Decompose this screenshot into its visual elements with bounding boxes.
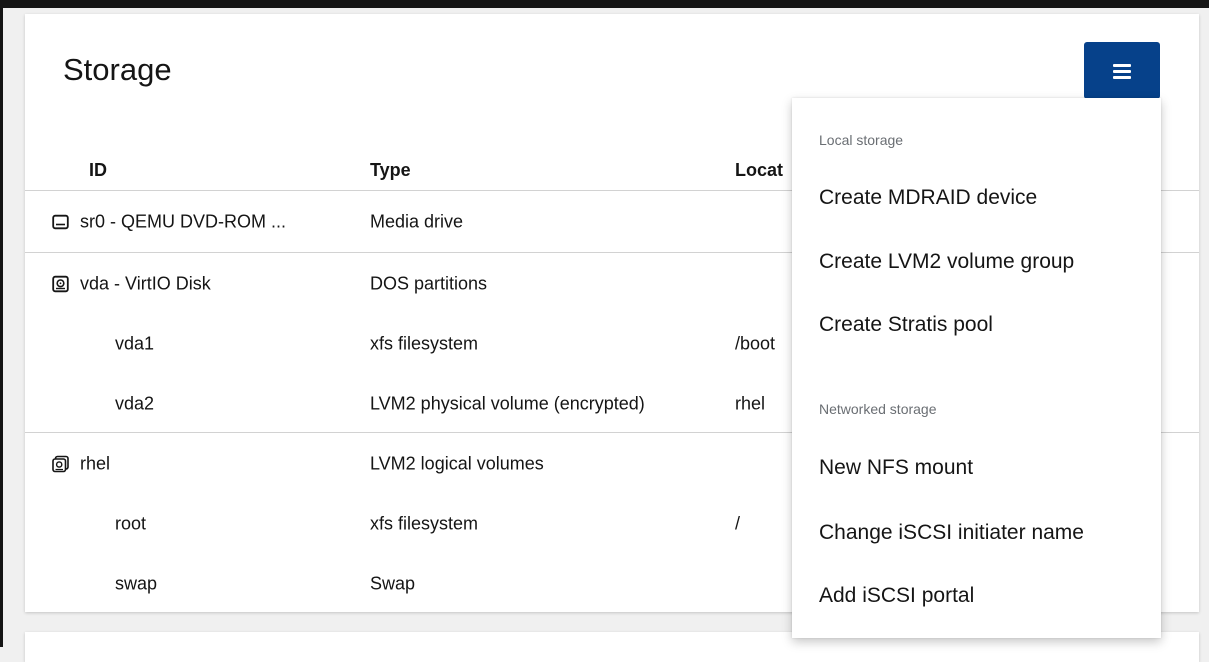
- row-location: /boot: [735, 333, 776, 354]
- row-location: rhel: [735, 393, 766, 414]
- window-frame-top: [0, 0, 1209, 8]
- row-id: vda1: [115, 333, 155, 354]
- hard-disk-icon: [52, 275, 69, 293]
- window-frame-left: [0, 0, 3, 647]
- menu-item-create-stratis-pool[interactable]: Create Stratis pool: [819, 313, 993, 337]
- row-type: Swap: [370, 573, 416, 594]
- row-type: DOS partitions: [370, 273, 488, 294]
- column-header-type[interactable]: Type: [370, 160, 411, 181]
- row-type: xfs filesystem: [370, 513, 479, 534]
- row-type: LVM2 physical volume (encrypted): [370, 393, 645, 414]
- menu-item-create-lvm2-vg[interactable]: Create LVM2 volume group: [819, 250, 1074, 274]
- row-id: rhel: [80, 453, 111, 474]
- row-location: /: [735, 513, 741, 534]
- menu-group-title-local: Local storage: [819, 132, 904, 148]
- row-id: vda2: [115, 393, 155, 414]
- column-header-id[interactable]: ID: [89, 160, 107, 181]
- row-type: LVM2 logical volumes: [370, 453, 544, 474]
- menu-group-title-networked: Networked storage: [819, 401, 937, 417]
- column-header-location[interactable]: Locat: [735, 160, 783, 181]
- storage-actions-menu: Local storage Create MDRAID device Creat…: [792, 98, 1161, 638]
- page-title: Storage: [63, 52, 172, 87]
- row-id: root: [115, 513, 147, 534]
- row-type: xfs filesystem: [370, 333, 479, 354]
- menu-item-add-iscsi-portal[interactable]: Add iSCSI portal: [819, 584, 974, 608]
- row-id: sr0 - QEMU DVD-ROM ...: [80, 211, 286, 232]
- optical-drive-icon: [52, 214, 69, 230]
- volume-group-icon: [52, 455, 69, 473]
- row-type: Media drive: [370, 211, 464, 232]
- menu-item-new-nfs-mount[interactable]: New NFS mount: [819, 456, 973, 480]
- storage-menu-button[interactable]: [1084, 42, 1160, 99]
- row-id: swap: [115, 573, 158, 594]
- menu-item-create-mdraid[interactable]: Create MDRAID device: [819, 186, 1037, 210]
- menu-bars-icon: [1113, 63, 1131, 79]
- menu-item-change-iscsi-initiator[interactable]: Change iSCSI initiater name: [819, 521, 1084, 545]
- row-id: vda - VirtIO Disk: [80, 273, 211, 294]
